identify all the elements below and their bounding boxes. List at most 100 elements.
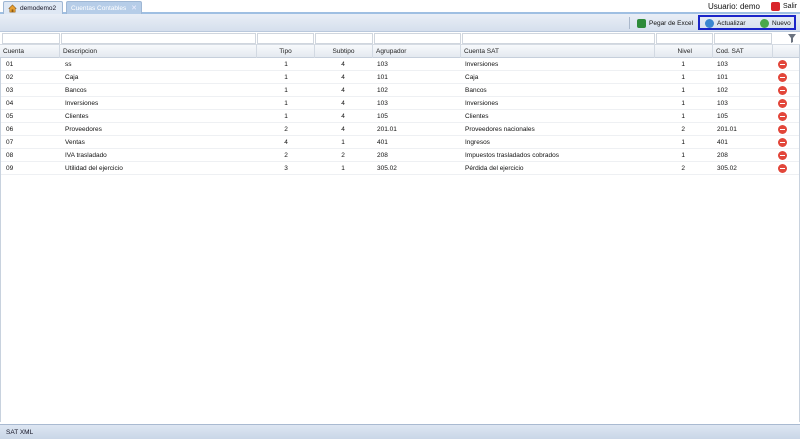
delete-icon[interactable] [778,164,787,173]
table-row[interactable]: 05 Clientes 1 4 105 Clientes 1 105 [0,110,800,123]
delete-icon[interactable] [778,60,787,69]
toolbar-separator [629,17,630,29]
cell-cuenta-sat: Caja [465,74,479,81]
cell-nivel: 2 [681,126,685,133]
logout-icon [770,2,780,11]
filter-nivel-input[interactable] [656,33,713,44]
delete-icon[interactable] [778,151,787,160]
cell-agrupador: 305.02 [377,165,397,172]
cell-agrupador: 103 [377,100,388,107]
refresh-icon [705,18,714,28]
cell-tipo: 1 [284,74,288,81]
paste-excel-button[interactable]: Pegar de Excel [634,17,696,29]
cell-cuenta: 04 [6,100,14,107]
delete-icon[interactable] [778,125,787,134]
column-header-descripcion[interactable]: Descripcion [60,45,257,58]
cell-cuenta-sat: Pérdida del ejercicio [465,165,524,172]
filter-agrupador-input[interactable] [374,33,461,44]
cell-tipo: 1 [284,100,288,107]
excel-icon [637,18,646,28]
delete-icon[interactable] [778,99,787,108]
refresh-label: Actualizar [717,19,746,27]
table-row[interactable]: 08 IVA trasladado 2 2 208 Impuestos trasladad… [0,149,800,162]
filter-row [0,32,800,45]
column-header-cuenta[interactable]: Cuenta [0,45,60,58]
cell-descripcion: Utilidad del ejercicio [65,165,123,172]
cell-subtipo: 4 [341,126,345,133]
column-header-cod-sat[interactable]: Cod. SAT [713,45,773,58]
filter-icon[interactable] [788,34,796,43]
cell-subtipo: 4 [341,61,345,68]
cell-agrupador: 208 [377,152,388,159]
cell-agrupador: 103 [377,61,388,68]
cell-cod-sat: 103 [717,61,728,68]
cell-nivel: 2 [681,165,685,172]
close-icon[interactable]: ✕ [131,4,137,12]
cell-cod-sat: 105 [717,113,728,120]
cell-tipo: 1 [284,87,288,94]
cell-nivel: 1 [681,61,685,68]
cell-descripcion: IVA trasladado [65,152,107,159]
column-header-nivel[interactable]: Nivel [655,45,713,58]
filter-subtipo-input[interactable] [315,33,373,44]
cell-cuenta-sat: Inversiones [465,100,499,107]
delete-icon[interactable] [778,86,787,95]
table-body: 01 ss 1 4 103 Inversiones 1 103 02 Caja 1 4 101 Caja 1… [0,58,800,175]
filter-cod-sat-input[interactable] [714,33,772,44]
tab-bar: demodemo2 Cuentas Contables ✕ Usuario: d… [0,0,800,14]
cell-cuenta: 07 [6,139,14,146]
cell-cuenta: 08 [6,152,14,159]
table-header: Cuenta Descripcion Tipo Subtipo Agrupado… [0,45,800,58]
tab-cuentas-contables[interactable]: Cuentas Contables ✕ [66,1,142,14]
home-icon [8,4,17,12]
delete-icon[interactable] [778,138,787,147]
cell-subtipo: 1 [341,139,345,146]
cell-descripcion: ss [65,61,72,68]
cell-descripcion: Proveedores [65,126,102,133]
cell-cuenta: 09 [6,165,14,172]
cell-cuenta-sat: Clientes [465,113,489,120]
table-row[interactable]: 04 Inversiones 1 4 103 Inversiones 1 103 [0,97,800,110]
cell-nivel: 1 [681,139,685,146]
column-header-agrupador[interactable]: Agrupador [373,45,461,58]
cell-cuenta: 01 [6,61,14,68]
cell-tipo: 2 [284,126,288,133]
table-row[interactable]: 01 ss 1 4 103 Inversiones 1 103 [0,58,800,71]
tab-home[interactable]: demodemo2 [3,1,63,14]
table-row[interactable]: 03 Bancos 1 4 102 Bancos 1 102 [0,84,800,97]
cell-cod-sat: 401 [717,139,728,146]
column-header-cuenta-sat[interactable]: Cuenta SAT [461,45,655,58]
refresh-button[interactable]: Actualizar [702,17,749,29]
filter-cuenta-input[interactable] [2,33,60,44]
cell-cuenta-sat: Proveedores nacionales [465,126,535,133]
add-icon [760,18,769,28]
sat-xml-link[interactable]: SAT XML [6,429,33,436]
table-row[interactable]: 02 Caja 1 4 101 Caja 1 101 [0,71,800,84]
cell-tipo: 1 [284,113,288,120]
cell-nivel: 1 [681,87,685,94]
column-header-subtipo[interactable]: Subtipo [315,45,373,58]
table-row[interactable]: 09 Utilidad del ejercicio 3 1 305.02 Pérdida … [0,162,800,175]
cell-cuenta: 02 [6,74,14,81]
cell-descripcion: Inversiones [65,100,99,107]
cell-subtipo: 4 [341,74,345,81]
cell-cuenta: 03 [6,87,14,94]
table-row[interactable]: 06 Proveedores 2 4 201.01 Proveedores naciona… [0,123,800,136]
new-button[interactable]: Nuevo [757,17,794,29]
filter-tipo-input[interactable] [257,33,314,44]
cell-subtipo: 1 [341,165,345,172]
cell-descripcion: Caja [65,74,79,81]
cell-descripcion: Ventas [65,139,85,146]
table-row[interactable]: 07 Ventas 4 1 401 Ingresos 1 401 [0,136,800,149]
delete-icon[interactable] [778,112,787,121]
cell-subtipo: 4 [341,87,345,94]
filter-descripcion-input[interactable] [61,33,256,44]
logout-button[interactable]: Salir [770,2,797,11]
user-label: Usuario: demo [707,2,760,11]
filter-cuenta-sat-input[interactable] [462,33,655,44]
delete-icon[interactable] [778,73,787,82]
cell-cuenta-sat: Inversiones [465,61,499,68]
cell-agrupador: 401 [377,139,388,146]
column-header-tipo[interactable]: Tipo [257,45,315,58]
cell-cuenta: 05 [6,113,14,120]
